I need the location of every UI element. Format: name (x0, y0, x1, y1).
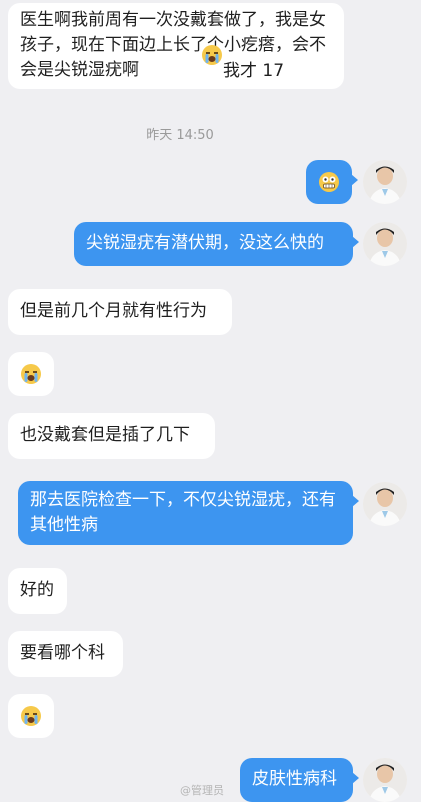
crying-face-icon (201, 44, 223, 74)
message-text: 但是前几个月就有性行为 (20, 301, 207, 321)
outgoing-message[interactable]: 皮肤性病科 (240, 758, 359, 802)
incoming-message[interactable] (8, 694, 54, 738)
message-text: 也没戴套但是插了几下 (20, 425, 190, 445)
message-suffix: 我才 17 (223, 61, 285, 81)
chat-thread[interactable]: 医生啊我前周有一次没戴套做了，我是女孩子，现在下面边上长了个小疙瘩，会不会是尖锐… (0, 0, 421, 802)
incoming-message[interactable]: 好的 (8, 568, 67, 614)
incoming-message[interactable]: 医生啊我前周有一次没戴套做了，我是女孩子，现在下面边上长了个小疙瘩，会不会是尖锐… (8, 3, 344, 89)
outgoing-message[interactable]: 尖锐湿疣有潜伏期，没这么快的 (74, 222, 359, 266)
message-text: 皮肤性病科 (252, 769, 337, 789)
incoming-message[interactable]: 要看哪个科 (8, 631, 123, 677)
incoming-message[interactable]: 也没戴套但是插了几下 (8, 413, 215, 459)
message-text: 医生啊我前周有一次没戴套做了，我是女孩子，现在下面边上长了个小疙瘩，会不会是尖锐… (20, 10, 326, 80)
doctor-avatar[interactable] (363, 160, 407, 204)
outgoing-message[interactable] (306, 160, 358, 204)
doctor-avatar[interactable] (363, 758, 407, 802)
message-text: 要看哪个科 (20, 643, 105, 663)
crying-face-icon (20, 705, 42, 735)
message-text: 尖锐湿疣有潜伏期，没这么快的 (86, 233, 324, 253)
grimacing-face-icon (318, 171, 340, 201)
timestamp: 昨天 14:50 (146, 128, 214, 143)
doctor-avatar[interactable] (363, 482, 407, 526)
incoming-message[interactable]: 但是前几个月就有性行为 (8, 289, 232, 335)
crying-face-icon (20, 363, 42, 393)
message-text: 好的 (20, 580, 54, 600)
outgoing-message[interactable]: 那去医院检查一下，不仅尖锐湿疣，还有其他性病 (18, 481, 359, 545)
incoming-message[interactable] (8, 352, 54, 396)
watermark: @管理员 (180, 784, 224, 797)
message-text: 那去医院检查一下，不仅尖锐湿疣，还有其他性病 (30, 490, 336, 535)
doctor-avatar[interactable] (363, 222, 407, 266)
